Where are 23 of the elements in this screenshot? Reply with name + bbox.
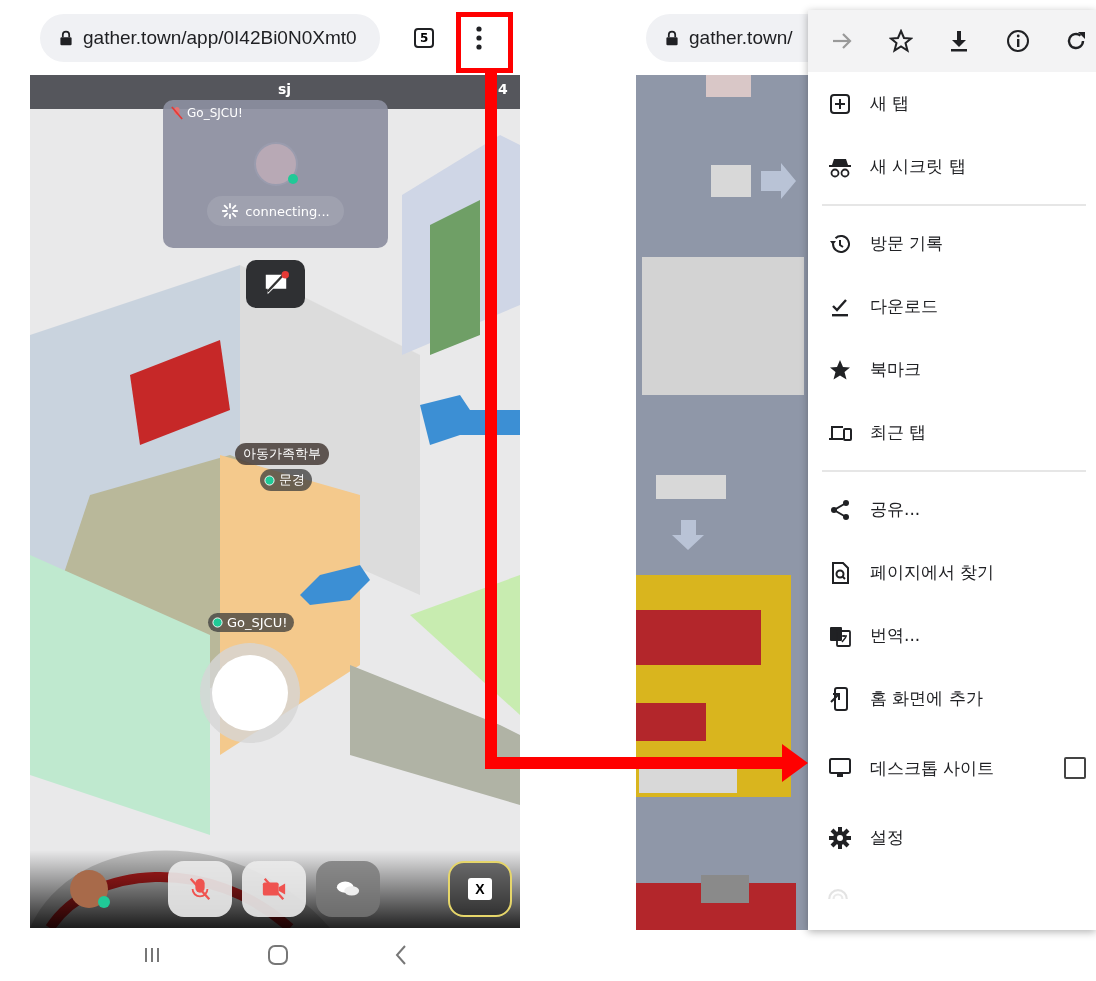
menu-item[interactable]: 최근 탭 bbox=[808, 401, 1096, 464]
participant-count: 4 bbox=[498, 81, 508, 97]
status-text: connecting... bbox=[245, 203, 330, 219]
key-cap: X bbox=[468, 878, 492, 900]
menu-item[interactable]: 북마크 bbox=[808, 338, 1096, 401]
menu-item[interactable]: 데스크톱 사이트 bbox=[808, 730, 1096, 806]
player-name: 문경 bbox=[279, 471, 305, 489]
area-name: 아동가족학부 bbox=[243, 445, 321, 463]
menu-item[interactable]: 공유... bbox=[808, 478, 1096, 541]
menu-item[interactable]: 홈 화면에 추가 bbox=[808, 667, 1096, 730]
menu-item[interactable]: 새 시크릿 탭 bbox=[808, 135, 1096, 198]
menu-item[interactable]: 페이지에서 찾기 bbox=[808, 541, 1096, 604]
interact-button[interactable]: X bbox=[448, 861, 512, 917]
player-name: Go_SJCU! bbox=[227, 615, 288, 630]
player-name-label: sj bbox=[278, 81, 292, 97]
menu-item[interactable]: 다운로드 bbox=[808, 275, 1096, 338]
menu-item[interactable]: 새 탭 bbox=[808, 72, 1096, 135]
tab-count-button[interactable]: 5 bbox=[414, 27, 435, 48]
menu-item[interactable]: 방문 기록 bbox=[808, 212, 1096, 275]
menu-item[interactable]: 번역... bbox=[808, 604, 1096, 667]
menu-item[interactable]: 설정 bbox=[808, 806, 1096, 869]
participant-name: Go_SJCU! bbox=[187, 106, 243, 120]
address-bar[interactable]: gather.town/app/0I42Bi0N0Xmt0 bbox=[40, 13, 380, 62]
